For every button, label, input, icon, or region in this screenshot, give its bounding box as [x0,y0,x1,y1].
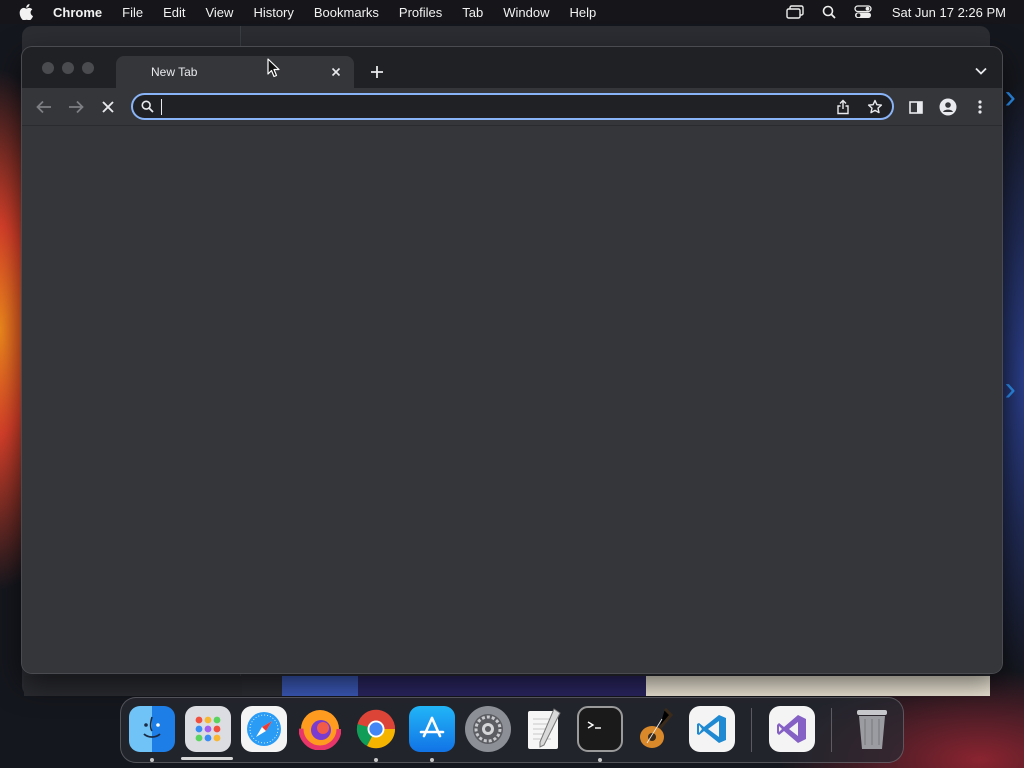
control-center-icon[interactable] [854,4,872,20]
apple-menu-icon[interactable] [19,4,35,20]
new-tab-button[interactable] [366,61,388,83]
dock-separator [751,708,752,752]
visual-studio-icon[interactable] [769,706,815,752]
background-window-strip [24,676,242,696]
menu-view[interactable]: View [195,5,243,20]
system-settings-icon[interactable] [465,706,511,752]
menu-file[interactable]: File [112,5,153,20]
browser-window: New Tab [22,47,1002,673]
tab-search-chevron-icon[interactable] [972,62,990,80]
menu-tab[interactable]: Tab [452,5,493,20]
launchpad-icon[interactable] [185,706,231,752]
zoom-window-button[interactable] [82,62,94,74]
textedit-icon[interactable] [521,706,567,752]
menu-window[interactable]: Window [493,5,559,20]
window-controls [42,62,94,74]
more-options-icon[interactable] [969,96,991,118]
menu-edit[interactable]: Edit [153,5,195,20]
firefox-icon[interactable] [297,706,343,752]
minimize-window-button[interactable] [62,62,74,74]
tab-strip: New Tab [22,47,1002,88]
close-tab-icon[interactable] [326,62,346,82]
address-input[interactable] [168,96,834,117]
terminal-icon[interactable] [577,706,623,752]
forward-button[interactable] [65,96,87,118]
browser-toolbar [22,88,1002,126]
tab-title: New Tab [151,65,198,79]
screen-mirroring-icon[interactable] [786,4,804,20]
app-store-running-indicator [430,758,434,762]
chrome-running-indicator [374,758,378,762]
spotlight-search-icon[interactable] [820,4,838,20]
menu-bookmarks[interactable]: Bookmarks [304,5,389,20]
dock [120,697,904,763]
garageband-icon[interactable] [633,706,679,752]
close-window-button[interactable] [42,62,54,74]
finder-running-indicator [150,758,154,762]
chevron-right-icon: › [1004,78,1016,116]
menu-help[interactable]: Help [560,5,607,20]
chevron-right-icon: › [1004,370,1016,408]
tab-new-tab[interactable]: New Tab [116,56,354,88]
finder-icon[interactable] [129,706,175,752]
menu-bar-status-area: Sat Jun 17 2:26 PM [786,0,1006,24]
page-content-area [22,126,1002,673]
text-cursor [161,98,162,115]
menu-history[interactable]: History [243,5,303,20]
address-bar[interactable] [131,93,894,120]
side-panel-icon[interactable] [905,96,927,118]
safari-icon[interactable] [241,706,287,752]
stop-loading-button[interactable] [97,96,119,118]
background-window-strip [282,676,358,696]
dock-indicator [181,757,233,760]
visual-studio-code-icon[interactable] [689,706,735,752]
profile-avatar-icon[interactable] [937,96,959,118]
menu-bar-clock[interactable]: Sat Jun 17 2:26 PM [892,5,1006,20]
address-bar-actions [834,98,884,116]
back-button[interactable] [33,96,55,118]
menu-app-name[interactable]: Chrome [53,5,112,20]
background-window-strip [358,676,646,696]
search-icon [141,99,157,115]
terminal-running-indicator [598,758,602,762]
bookmark-star-icon[interactable] [866,98,884,116]
background-window-strip [646,676,990,696]
dock-separator [831,708,832,752]
menu-bar: Chrome File Edit View History Bookmarks … [0,0,1024,24]
share-icon[interactable] [834,98,852,116]
google-chrome-icon[interactable] [353,706,399,752]
menu-profiles[interactable]: Profiles [389,5,452,20]
app-store-icon[interactable] [409,706,455,752]
mouse-pointer-icon [267,58,280,78]
trash-icon[interactable] [849,706,895,752]
